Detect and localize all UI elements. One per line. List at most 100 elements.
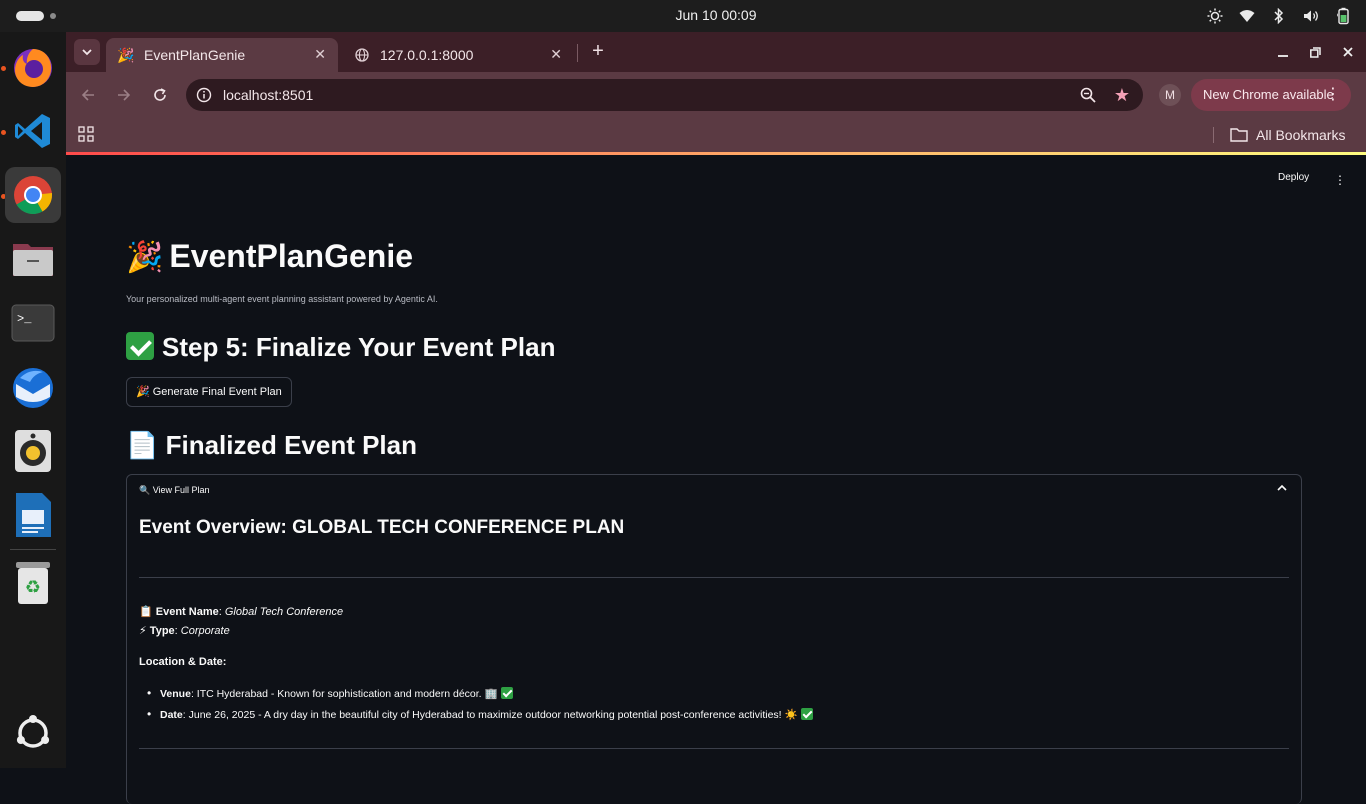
- location-date-heading: Location & Date:: [139, 656, 227, 668]
- list-item: Date: June 26, 2025 - A dry day in the b…: [147, 707, 813, 721]
- ubuntu-dock: >_ ♻: [0, 32, 66, 768]
- globe-icon: [354, 47, 370, 63]
- page-title: 🎉 EventPlanGenie: [126, 238, 413, 275]
- new-tab-button[interactable]: +: [587, 41, 609, 63]
- rhythmbox-launcher[interactable]: [5, 423, 61, 479]
- address-bar[interactable]: localhost:8501 ★: [186, 79, 1143, 111]
- system-clock[interactable]: Jun 10 00:09: [0, 0, 1366, 32]
- date-value: : June 26, 2025 - A dry day in the beaut…: [182, 709, 798, 721]
- venue-label: Venue: [160, 688, 191, 700]
- svg-text:♻: ♻: [25, 577, 41, 598]
- finalized-plan-heading-text: Finalized Event Plan: [165, 430, 418, 460]
- thunderbird-icon: [13, 368, 53, 408]
- event-type-line: ⚡ Type: Corporate: [139, 625, 230, 637]
- volume-icon[interactable]: [1302, 7, 1320, 25]
- date-label: Date: [160, 709, 183, 721]
- main-menu-kebab-icon[interactable]: ⋮: [1334, 173, 1346, 187]
- list-item: Venue: ITC Hyderabad - Known for sophist…: [147, 686, 513, 700]
- tab-separator: [577, 44, 578, 62]
- reload-button[interactable]: [148, 83, 172, 107]
- system-top-bar: Jun 10 00:09: [0, 0, 1366, 32]
- trash-icon: ♻: [16, 562, 50, 604]
- check-mark-icon: [500, 687, 513, 699]
- bookmarks-bar: All Bookmarks: [66, 118, 1366, 152]
- event-type-label: Type: [149, 625, 175, 637]
- terminal-launcher[interactable]: >_: [5, 295, 61, 351]
- files-launcher[interactable]: [5, 231, 61, 287]
- clipboard-icon: 📋: [139, 606, 153, 618]
- chrome-update-button[interactable]: New Chrome available ⋮: [1191, 79, 1351, 111]
- maximize-button[interactable]: [1305, 42, 1325, 62]
- thunderbird-launcher[interactable]: [5, 359, 61, 415]
- vscode-icon: [15, 114, 50, 148]
- folder-icon: [13, 244, 53, 276]
- deploy-button[interactable]: Deploy: [1278, 172, 1309, 183]
- finalized-plan-heading: 📄 Finalized Event Plan: [126, 430, 417, 461]
- show-applications-button[interactable]: [5, 705, 61, 761]
- lightning-icon: ⚡: [139, 625, 147, 637]
- all-bookmarks-button[interactable]: All Bookmarks: [1230, 118, 1345, 152]
- event-name-value: Global Tech Conference: [224, 606, 344, 618]
- party-popper-icon: 🎉: [117, 46, 135, 63]
- firefox-launcher[interactable]: [5, 39, 61, 95]
- all-bookmarks-label: All Bookmarks: [1256, 127, 1346, 143]
- check-mark-icon: [800, 708, 813, 720]
- minimize-icon: [1278, 55, 1288, 57]
- page-subtitle: Your personalized multi-agent event plan…: [126, 294, 438, 304]
- system-tray[interactable]: [1206, 6, 1352, 26]
- tab-title: 127.0.0.1:8000: [380, 47, 474, 63]
- event-name-label: Event Name: [155, 606, 219, 618]
- close-window-button[interactable]: [1338, 42, 1358, 62]
- event-name-line: 📋 Event Name: Global Tech Conference: [139, 606, 344, 618]
- trash-launcher[interactable]: ♻: [5, 555, 61, 611]
- arrow-left-icon: [81, 89, 94, 101]
- document-icon: 📄: [126, 430, 159, 460]
- back-button[interactable]: [76, 83, 100, 107]
- party-popper-icon: 🎉: [126, 241, 164, 274]
- url-text[interactable]: localhost:8501: [223, 79, 313, 111]
- chrome-launcher[interactable]: [5, 167, 61, 223]
- wifi-icon[interactable]: [1238, 7, 1256, 25]
- bluetooth-icon[interactable]: [1270, 7, 1288, 25]
- site-info-icon[interactable]: [196, 87, 212, 108]
- browser-toolbar: localhost:8501 ★ M New Chrome available …: [66, 72, 1366, 118]
- restore-icon: [1309, 46, 1321, 58]
- tab-search-button[interactable]: [74, 39, 100, 65]
- chevron-down-icon: [82, 48, 92, 55]
- forward-button[interactable]: [112, 83, 136, 107]
- battery-icon[interactable]: [1334, 7, 1352, 25]
- document-icon: [16, 493, 51, 537]
- step-heading: Step 5: Finalize Your Event Plan: [126, 332, 555, 363]
- chrome-window: 🎉 EventPlanGenie ✕ 127.0.0.1:8000 ✕ + lo…: [66, 32, 1366, 804]
- speaker-icon: [15, 430, 51, 472]
- close-tab-icon[interactable]: ✕: [550, 46, 562, 63]
- profile-avatar[interactable]: M: [1159, 84, 1181, 106]
- step-heading-text: Step 5: Finalize Your Event Plan: [162, 332, 556, 362]
- bookmark-star-icon[interactable]: ★: [1114, 85, 1130, 106]
- reload-icon: [154, 88, 166, 101]
- full-plan-expander: 🔍 View Full Plan Event Overview: GLOBAL …: [126, 474, 1302, 804]
- svg-text:>_: >_: [17, 312, 32, 326]
- vscode-launcher[interactable]: [5, 103, 61, 159]
- event-type-value: Corporate: [180, 625, 230, 637]
- chrome-icon: [14, 176, 53, 215]
- apps-grid-icon[interactable]: [78, 126, 94, 147]
- minimize-button[interactable]: [1273, 42, 1293, 62]
- chevron-up-icon[interactable]: [1277, 483, 1287, 494]
- generate-final-plan-button[interactable]: 🎉 Generate Final Event Plan: [126, 377, 292, 407]
- update-label: New Chrome available: [1203, 87, 1334, 102]
- brightness-icon[interactable]: [1206, 7, 1224, 25]
- zoom-icon[interactable]: [1079, 86, 1097, 109]
- page-title-text: EventPlanGenie: [169, 238, 413, 274]
- venue-value: : ITC Hyderabad - Known for sophisticati…: [190, 688, 498, 700]
- tab-localhost-8000[interactable]: 127.0.0.1:8000 ✕: [342, 38, 574, 72]
- writer-launcher[interactable]: [5, 487, 61, 543]
- check-mark-icon: [126, 332, 154, 360]
- firefox-icon: [14, 49, 52, 87]
- tab-eventplangenie[interactable]: 🎉 EventPlanGenie ✕: [106, 38, 338, 72]
- dock-separator: [10, 549, 56, 550]
- tab-title: EventPlanGenie: [144, 47, 246, 63]
- kebab-menu-icon[interactable]: ⋮: [1325, 79, 1341, 111]
- close-tab-icon[interactable]: ✕: [314, 46, 326, 63]
- expander-toggle[interactable]: 🔍 View Full Plan: [139, 485, 210, 496]
